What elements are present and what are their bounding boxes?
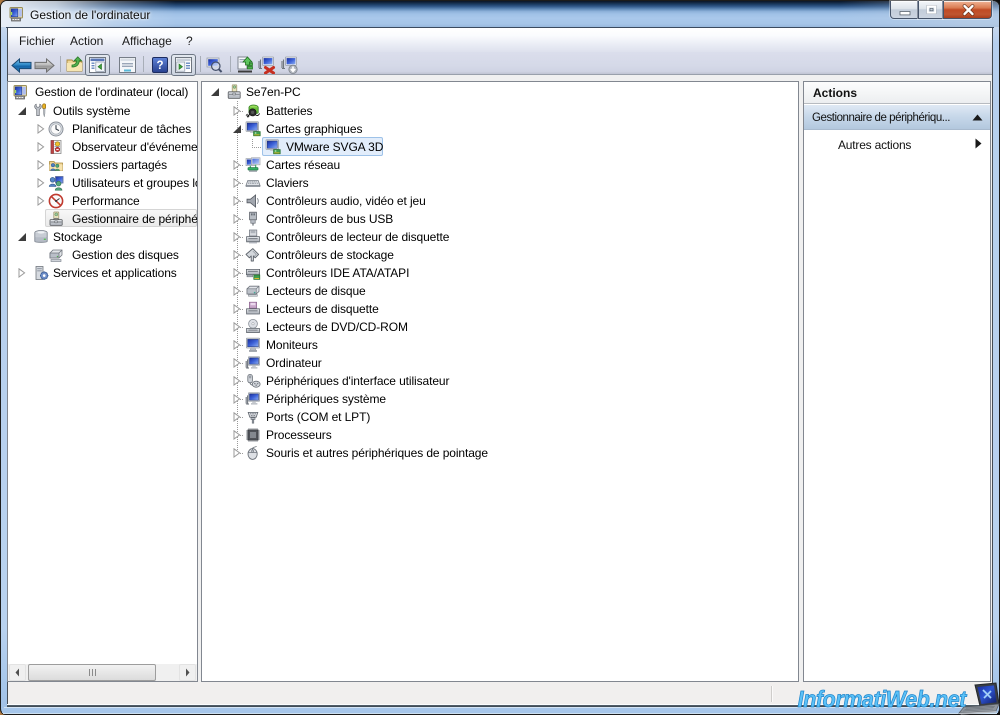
svg-text:?: ? [156,60,163,72]
